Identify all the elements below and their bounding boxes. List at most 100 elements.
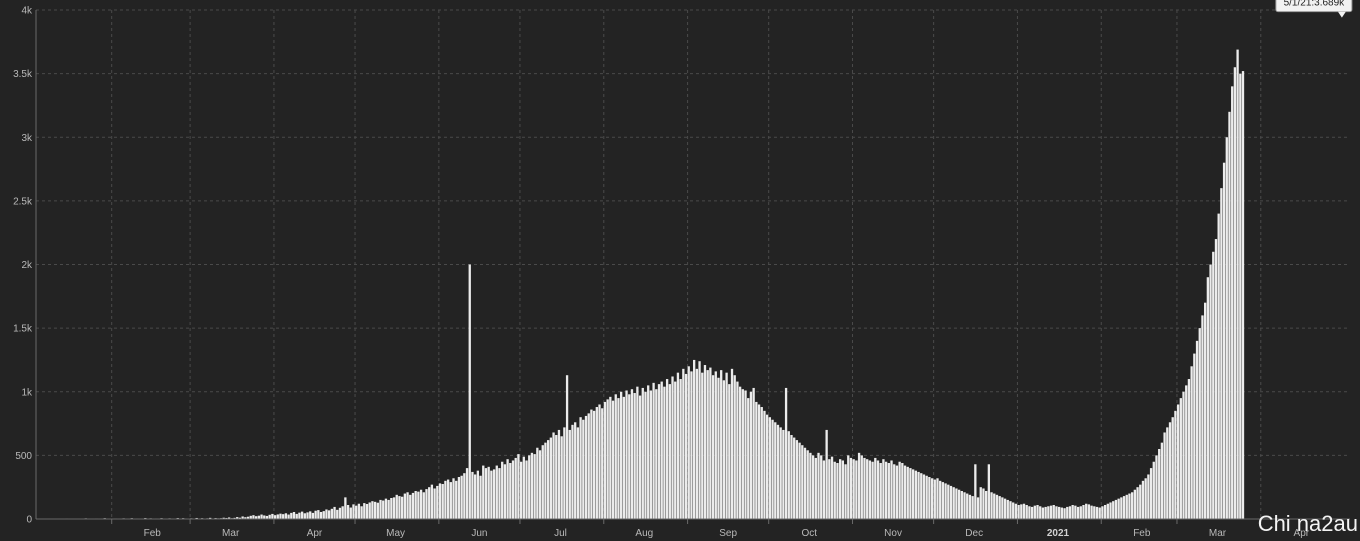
- bar: [711, 375, 715, 519]
- bar: [398, 496, 401, 519]
- bar: [419, 489, 423, 519]
- bar: [671, 376, 674, 519]
- bar: [514, 457, 517, 519]
- bar: [1003, 498, 1007, 519]
- bar: [884, 461, 888, 519]
- bar: [457, 477, 461, 519]
- bar: [660, 381, 663, 519]
- bar: [676, 372, 680, 519]
- bar: [319, 512, 323, 519]
- bar: [741, 389, 744, 519]
- bar: [1128, 493, 1131, 519]
- bar: [1079, 506, 1082, 519]
- watermark-text: Chi na2au: [1257, 511, 1358, 536]
- bar: [930, 478, 934, 519]
- bar: [276, 514, 279, 519]
- bar: [330, 508, 334, 519]
- bar: [728, 384, 731, 519]
- x-tick-label: Dec: [965, 528, 983, 539]
- bar: [830, 456, 834, 519]
- x-tick-label: Apr: [307, 528, 323, 539]
- bar: [709, 367, 712, 519]
- bar: [617, 398, 620, 519]
- bar: [774, 422, 777, 519]
- bar: [936, 478, 939, 519]
- bar: [647, 385, 650, 519]
- bar: [530, 452, 534, 519]
- bar: [495, 465, 498, 519]
- bar: [446, 479, 450, 519]
- bar: [501, 461, 504, 519]
- bar: [949, 485, 953, 519]
- x-tick-label: Jul: [554, 528, 567, 539]
- bar: [503, 464, 507, 519]
- bar: [1014, 503, 1018, 519]
- tooltip-pointer: [1337, 11, 1346, 18]
- bar: [260, 514, 263, 519]
- bar: [687, 366, 690, 519]
- bar: [968, 494, 972, 519]
- bar: [768, 417, 772, 519]
- bar: [1185, 385, 1188, 519]
- bar: [471, 471, 474, 519]
- bar: [852, 459, 855, 519]
- bar: [611, 400, 615, 519]
- bar: [630, 389, 634, 519]
- bar: [1139, 484, 1142, 519]
- bar: [325, 509, 328, 519]
- bar: [1158, 449, 1161, 519]
- bar: [1171, 417, 1174, 519]
- bar: [487, 466, 490, 519]
- bar: [287, 514, 290, 519]
- bar: [985, 491, 988, 519]
- bar: [809, 452, 812, 519]
- bar: [674, 381, 677, 519]
- bar: [798, 442, 801, 519]
- bar: [1030, 506, 1034, 519]
- bar: [338, 507, 342, 519]
- bar: [979, 487, 982, 519]
- bar: [698, 361, 701, 519]
- bar: [1093, 506, 1096, 519]
- bar: [365, 503, 369, 519]
- bar: [893, 464, 896, 519]
- bar: [982, 488, 985, 519]
- bar: [663, 386, 666, 519]
- bar: [1155, 455, 1158, 519]
- bar: [363, 503, 366, 519]
- bar: [571, 424, 574, 519]
- bar: [801, 445, 804, 519]
- bar: [309, 511, 312, 519]
- bar: [1058, 506, 1061, 519]
- bar: [868, 460, 872, 519]
- bar: [476, 470, 480, 519]
- bar: [628, 394, 631, 519]
- x-tick-label: May: [386, 528, 405, 539]
- bar: [1217, 213, 1220, 519]
- bar: [925, 475, 928, 519]
- bar: [1017, 505, 1020, 519]
- bar: [822, 460, 826, 519]
- x-tick-label: 2021: [1047, 528, 1070, 539]
- bar: [428, 487, 431, 519]
- bar: [733, 375, 736, 519]
- bar: [1174, 410, 1177, 519]
- bar: [1225, 137, 1228, 519]
- bar: [706, 370, 709, 519]
- bars: [38, 49, 1245, 520]
- bar: [1025, 505, 1028, 519]
- bar: [744, 390, 747, 519]
- bar: [657, 384, 661, 519]
- bar: [284, 513, 288, 519]
- bar: [1022, 503, 1026, 519]
- bar: [422, 492, 425, 519]
- bar: [1204, 302, 1207, 519]
- bar: [993, 493, 996, 519]
- bar: [279, 513, 282, 519]
- bar: [511, 460, 515, 519]
- bar: [971, 496, 974, 519]
- bar: [525, 460, 528, 519]
- bar: [409, 494, 412, 519]
- bar: [1241, 71, 1245, 519]
- bar: [1149, 468, 1153, 519]
